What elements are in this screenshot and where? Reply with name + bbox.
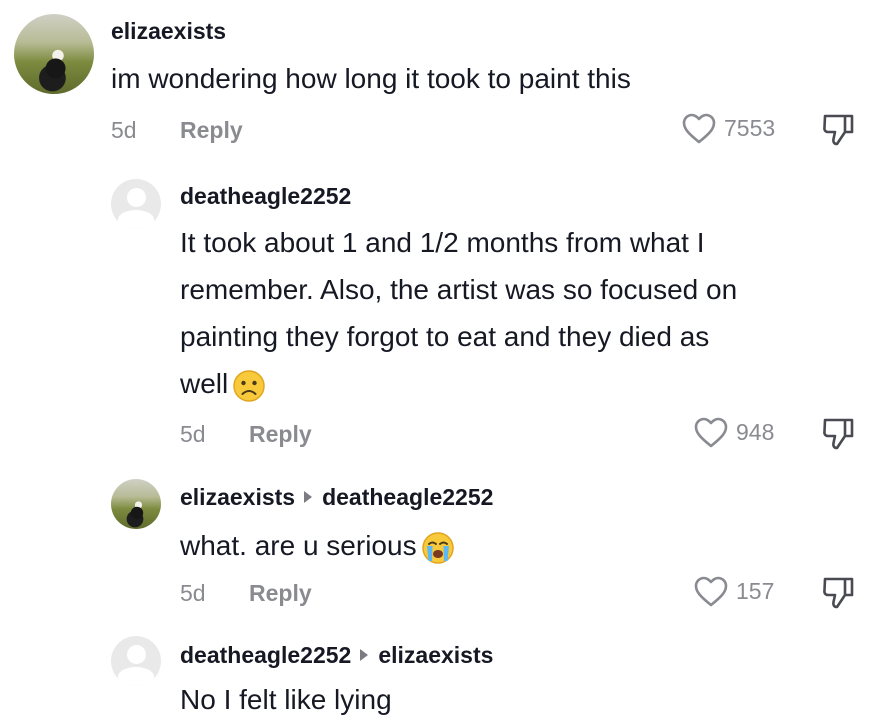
comment-text-line: well: [180, 360, 737, 407]
comment-username[interactable]: deatheagle2252: [180, 183, 351, 210]
thumbs-down-icon[interactable]: [821, 576, 855, 610]
comment-text-tail: well: [180, 368, 229, 399]
comment-text-line: painting they forgot to eat and they die…: [180, 321, 710, 352]
user-avatar[interactable]: [111, 479, 161, 529]
heart-outline-icon: [694, 576, 728, 607]
sad-face-icon: [233, 369, 265, 402]
thumbs-down-icon[interactable]: [821, 113, 855, 147]
comment-text: It took about 1 and 1/2 months from what…: [180, 219, 737, 407]
comment-text: im wondering how long it took to paint t…: [111, 63, 631, 94]
like-count: 7553: [724, 115, 776, 141]
reply-author[interactable]: elizaexists: [180, 484, 295, 510]
reply-button[interactable]: Reply: [180, 117, 243, 144]
user-avatar[interactable]: [111, 179, 161, 229]
like-count: 948: [736, 419, 775, 445]
comment-text: what. are u serious: [180, 522, 455, 569]
comment-text: No I felt like lying: [180, 684, 392, 715]
like-button[interactable]: 7553: [682, 113, 775, 144]
reply-arrow-icon: [360, 648, 369, 661]
comment-username: elizaexists deatheagle2252: [180, 484, 493, 511]
comment-time: 5d: [180, 421, 206, 447]
reply-button[interactable]: Reply: [249, 580, 312, 607]
like-count: 157: [736, 578, 775, 604]
reply-button[interactable]: Reply: [249, 421, 312, 448]
reply-arrow-icon: [304, 490, 313, 503]
comment-time: 5d: [111, 117, 137, 143]
thumbs-down-icon[interactable]: [821, 417, 855, 451]
comment-text-line: It took about 1 and 1/2 months from what…: [180, 227, 705, 258]
avatar-head: [126, 188, 146, 207]
comment-text-body: what. are u serious: [180, 530, 417, 561]
crying-face-icon: [421, 531, 454, 564]
avatar-shoulders: [118, 210, 154, 229]
comment-username[interactable]: elizaexists: [111, 18, 226, 45]
reply-target[interactable]: deatheagle2252: [322, 484, 493, 510]
reply-target[interactable]: elizaexists: [378, 642, 493, 668]
reply-author[interactable]: deatheagle2252: [180, 642, 351, 668]
comment-text-line: remember. Also, the artist was so focuse…: [180, 274, 738, 305]
comment-username: deatheagle2252 elizaexists: [180, 642, 493, 669]
avatar-shoulders: [118, 667, 154, 686]
like-button[interactable]: 948: [694, 417, 774, 448]
like-button[interactable]: 157: [694, 576, 774, 607]
user-avatar[interactable]: [111, 636, 161, 686]
avatar-head: [126, 645, 146, 664]
heart-outline-icon: [694, 417, 728, 448]
heart-outline-icon: [682, 113, 716, 144]
comment-time: 5d: [180, 580, 206, 606]
user-avatar[interactable]: [14, 14, 94, 94]
